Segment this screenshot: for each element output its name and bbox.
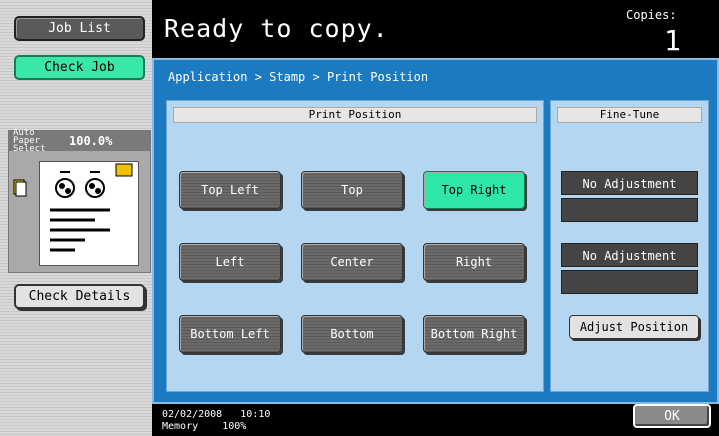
copies-label: Copies: [626, 8, 677, 22]
document-thumbnail-icon [50, 163, 133, 252]
memory-status: Memory 100% [162, 421, 246, 432]
position-button-center[interactable]: Center [301, 243, 403, 281]
ok-button[interactable]: OK [633, 404, 711, 428]
date: 02/02/2008 [162, 409, 223, 420]
check-details-button[interactable]: Check Details [14, 284, 145, 309]
horizontal-adjustment-bar [561, 198, 698, 222]
position-button-top-left[interactable]: Top Left [179, 171, 281, 209]
memory-label: Memory [162, 421, 199, 432]
horizontal-adjustment-value: No Adjustment [561, 171, 698, 195]
copy-preview: Auto Paper Select 100.0% [8, 128, 151, 273]
print-position-title: Print Position [173, 107, 537, 123]
position-button-bottom[interactable]: Bottom [301, 315, 403, 353]
adjust-position-button[interactable]: Adjust Position [569, 315, 699, 339]
left-sidebar: Job List Check Job Auto Paper Select 100… [0, 0, 152, 436]
original-icon [13, 179, 27, 197]
auto-paper-label: Auto Paper Select [13, 128, 46, 154]
position-button-right[interactable]: Right [423, 243, 525, 281]
check-job-button[interactable]: Check Job [14, 55, 145, 80]
position-button-top-right[interactable]: Top Right [423, 171, 525, 209]
copies-count: 1 [664, 24, 681, 57]
vertical-adjustment-value: No Adjustment [561, 243, 698, 267]
job-list-button[interactable]: Job List [14, 16, 145, 41]
preview-header: Auto Paper Select 100.0% [9, 128, 150, 154]
footer-bar: 02/02/2008 10:10 Memory 100% OK [152, 404, 719, 436]
position-button-bottom-left[interactable]: Bottom Left [179, 315, 281, 353]
breadcrumb: Application > Stamp > Print Position [168, 70, 429, 84]
position-button-top[interactable]: Top [301, 171, 403, 209]
memory-value: 100% [222, 421, 247, 432]
print-position-panel: Print Position Top Left Top Top Right Left C… [166, 100, 544, 392]
zoom-value: 100.0% [69, 134, 113, 148]
datetime: 02/02/2008 10:10 [162, 410, 270, 420]
preview-paper [39, 161, 139, 266]
time: 10:10 [240, 409, 271, 420]
fine-tune-title: Fine-Tune [557, 107, 702, 123]
main-panel: Application > Stamp > Print Position Pri… [152, 58, 719, 404]
vertical-adjustment-bar [561, 270, 698, 294]
position-button-bottom-right[interactable]: Bottom Right [423, 315, 525, 353]
status-bar: Ready to copy. Copies: 1 [152, 0, 719, 58]
fine-tune-panel: Fine-Tune No Adjustment No Adjustment Ad… [550, 100, 709, 392]
position-button-left[interactable]: Left [179, 243, 281, 281]
status-message: Ready to copy. [164, 14, 389, 43]
